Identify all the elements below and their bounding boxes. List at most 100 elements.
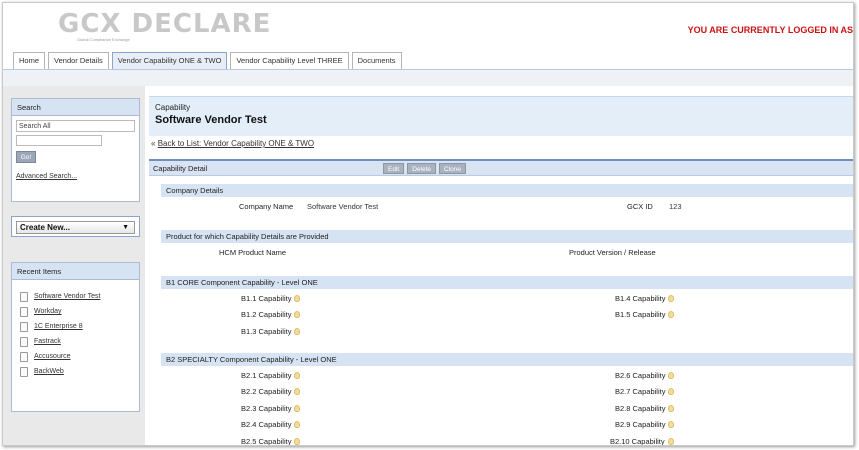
list-item[interactable]: Software Vendor Test (12, 289, 139, 304)
capability-label: B2.6 Capability (615, 371, 666, 380)
capability-label: B2.9 Capability (615, 420, 666, 429)
tab-vendor-capability-one-two[interactable]: Vendor Capability ONE & TWO (111, 52, 228, 69)
detail-title: Capability Detail (153, 164, 208, 173)
b2-10-capability: B2.10 Capability (610, 437, 674, 446)
search-panel-title: Search (12, 99, 139, 116)
hcm-product-name-label: HCM Product Name (219, 248, 287, 257)
b1-5-capability: B1.5 Capability (615, 310, 675, 319)
recent-item-link[interactable]: Workday (34, 308, 62, 315)
list-item[interactable]: Accusource (12, 349, 139, 364)
search-scope-select[interactable]: Search All (16, 120, 135, 132)
list-item[interactable]: BackWeb (12, 364, 139, 379)
login-status: YOU ARE CURRENTLY LOGGED IN AS (687, 25, 853, 35)
help-bulb-icon[interactable] (668, 372, 675, 379)
recent-item-link[interactable]: 1C Enterprise 8 (34, 323, 83, 330)
document-icon (20, 291, 28, 302)
create-new-label: Create New... (20, 223, 70, 232)
b2-2-capability: B2.2 Capability (241, 387, 301, 396)
document-icon (20, 306, 28, 317)
search-panel: Search Search All Go! Advanced Search... (11, 98, 140, 202)
b1-4-capability: B1.4 Capability (615, 294, 675, 303)
go-button[interactable]: Go! (16, 151, 36, 163)
capability-label: B2.4 Capability (241, 420, 292, 429)
recent-item-link[interactable]: Accusource (34, 353, 71, 360)
header: GCX DECLARE Global Compliance Exchange Y… (3, 3, 853, 69)
chevron-down-icon: ▼ (122, 224, 129, 231)
capability-label: B2.8 Capability (615, 404, 666, 413)
b2-7-capability: B2.7 Capability (615, 387, 675, 396)
capability-label: B2.10 Capability (610, 437, 665, 446)
b2-4-capability: B2.4 Capability (241, 420, 301, 429)
capability-label: B1.4 Capability (615, 294, 666, 303)
help-bulb-icon[interactable] (294, 311, 301, 318)
list-item[interactable]: 1C Enterprise 8 (12, 319, 139, 334)
tab-home[interactable]: Home (13, 52, 46, 69)
help-bulb-icon[interactable] (668, 421, 675, 428)
delete-button[interactable]: Delete (407, 163, 436, 174)
gcx-id-value: 123 (669, 202, 682, 211)
b2-6-capability: B2.6 Capability (615, 371, 675, 380)
document-icon (20, 336, 28, 347)
help-bulb-icon[interactable] (667, 438, 674, 445)
back-to-list-link[interactable]: Back to List: Vendor Capability ONE & TW… (158, 139, 314, 148)
recent-items-panel: Recent Items Software Vendor Test Workda… (11, 262, 140, 412)
help-bulb-icon[interactable] (294, 438, 301, 445)
help-bulb-icon[interactable] (294, 388, 301, 395)
edit-button[interactable]: Edit (383, 163, 405, 174)
b2-section: B2 SPECIALTY Component Capability - Leve… (161, 353, 853, 366)
create-new-select[interactable]: Create New... ▼ (16, 221, 135, 234)
company-name-value: Software Vendor Test (307, 202, 379, 211)
product-row: HCM Product Name Product Version / Relea… (161, 246, 853, 261)
clone-button[interactable]: Clone (439, 163, 466, 174)
help-bulb-icon[interactable] (294, 295, 301, 302)
tab-bar: Home Vendor Details Vendor Capability ON… (13, 52, 405, 69)
product-version-label: Product Version / Release (569, 248, 656, 257)
tab-documents[interactable]: Documents (351, 52, 402, 69)
recent-items-title: Recent Items (12, 263, 139, 280)
toolbar-band (3, 70, 853, 86)
help-bulb-icon[interactable] (294, 328, 301, 335)
recent-item-link[interactable]: Software Vendor Test (34, 293, 100, 300)
search-input[interactable] (16, 135, 102, 146)
tab-vendor-capability-three[interactable]: Vendor Capability Level THREE (230, 52, 349, 69)
logo-text: GCX DECLARE (58, 9, 272, 39)
advanced-search-link[interactable]: Advanced Search... (16, 173, 139, 180)
b2-1-capability: B2.1 Capability (241, 371, 301, 380)
recent-item-link[interactable]: Fastrack (34, 338, 61, 345)
help-bulb-icon[interactable] (294, 405, 301, 412)
main-content: Capability Software Vendor Test « Back t… (149, 86, 853, 446)
help-bulb-icon[interactable] (668, 295, 675, 302)
company-details-section: Company Details (161, 184, 853, 197)
help-bulb-icon[interactable] (668, 388, 675, 395)
capability-label: B2.1 Capability (241, 371, 292, 380)
b1-section: B1 CORE Component Capability - Level ONE (161, 276, 853, 289)
b2-8-capability: B2.8 Capability (615, 404, 675, 413)
product-section: Product for which Capability Details are… (161, 230, 853, 243)
b1-2-capability: B1.2 Capability (241, 310, 301, 319)
sidebar: Search Search All Go! Advanced Search...… (3, 86, 145, 445)
logo: GCX DECLARE (58, 9, 271, 39)
help-bulb-icon[interactable] (294, 372, 301, 379)
capability-label: B2.7 Capability (615, 387, 666, 396)
object-type: Capability (155, 103, 191, 112)
capability-label: B1.5 Capability (615, 310, 666, 319)
help-bulb-icon[interactable] (294, 421, 301, 428)
detail-buttons: Edit Delete Clone (383, 163, 469, 174)
capability-label: B2.5 Capability (241, 437, 292, 446)
breadcrumb: « Back to List: Vendor Capability ONE & … (151, 139, 314, 148)
help-bulb-icon[interactable] (668, 405, 675, 412)
company-name-label: Company Name (239, 202, 294, 211)
b2-9-capability: B2.9 Capability (615, 420, 675, 429)
b1-1-capability: B1.1 Capability (241, 294, 301, 303)
page-header: Capability Software Vendor Test (149, 96, 853, 136)
detail-bar: Capability Detail Edit Delete Clone (149, 159, 853, 176)
tab-vendor-details[interactable]: Vendor Details (48, 52, 109, 69)
help-bulb-icon[interactable] (668, 311, 675, 318)
company-row: Company Name Software Vendor Test GCX ID… (161, 200, 853, 215)
capability-label: B1.3 Capability (241, 327, 292, 336)
recent-item-link[interactable]: BackWeb (34, 368, 64, 375)
capability-label: B1.1 Capability (241, 294, 292, 303)
list-item[interactable]: Workday (12, 304, 139, 319)
document-icon (20, 351, 28, 362)
list-item[interactable]: Fastrack (12, 334, 139, 349)
